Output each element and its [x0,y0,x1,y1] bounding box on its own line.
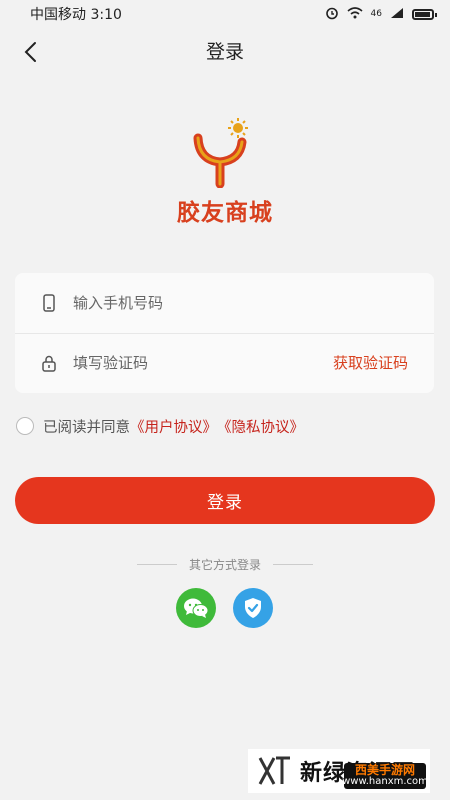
agreement-text: 已阅读并同意 [43,419,130,436]
user-agreement-link[interactable]: 《用户协议》 [130,416,217,437]
network-label: 46 [370,9,382,19]
other-login-label: 其它方式登录 [188,558,261,572]
phone-row [15,273,434,333]
verification-code-input[interactable] [71,353,305,373]
nav-bar: 登录 [0,28,450,76]
site-logo-icon [258,756,290,785]
get-code-button[interactable]: 获取验证码 [333,333,408,393]
brand-logo [190,116,260,189]
login-button[interactable]: 登录 [15,477,435,524]
status-icons: 46 [325,6,437,23]
shield-check-icon [245,598,261,618]
alarm-icon [325,6,339,23]
lock-icon [39,353,59,373]
watermark-badge-url: www.hanxm.com [342,776,428,787]
back-button[interactable] [12,34,48,70]
page-title: 登录 [205,41,244,63]
carrier-time: 中国移动 3:10 [30,7,122,23]
signal-icon [390,7,404,22]
watermark-badge-title: 西美手游网 [354,763,415,777]
battery-icon [412,8,437,20]
privacy-policy-link[interactable]: 《隐私协议》 [217,416,304,437]
code-row: 获取验证码 [15,333,434,393]
watermark-badge: 西美手游网 www.hanxm.com [342,763,428,789]
status-bar: 中国移动 3:10 46 [0,0,450,28]
wifi-icon [347,6,363,22]
agreement-row: 已阅读并同意 《用户协议》 《隐私协议》 [16,413,304,439]
wechat-icon [184,598,209,618]
chevron-left-icon [24,42,36,62]
divider-line-left [136,564,177,565]
wechat-login-button[interactable] [176,588,216,628]
brand-name: 胶友商城 [177,200,273,226]
login-form: 获取验证码 [15,273,434,393]
phone-input[interactable] [71,293,305,313]
divider-line-right [273,564,313,565]
agreement-checkbox[interactable] [16,417,34,435]
watermark: 新绿资源网 西美手游网 www.hanxm.com [248,749,430,793]
phone-icon [39,293,59,313]
other-login-divider: 其它方式登录 [0,556,450,573]
verified-login-button[interactable] [233,588,273,628]
